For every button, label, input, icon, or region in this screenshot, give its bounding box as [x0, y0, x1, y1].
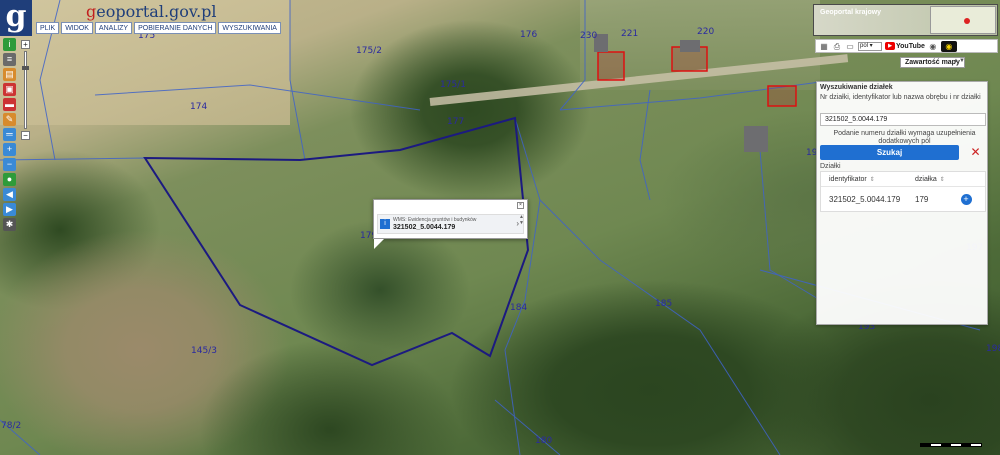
panel-note: Podanie numeru działki wymaga uzupełnien…	[833, 130, 976, 145]
popup-scroll-icon[interactable]: ▲ ▼	[519, 214, 524, 226]
parcel-label: 175/1	[440, 80, 466, 90]
zoom-out-button[interactable]: −	[21, 131, 30, 140]
settings-icon[interactable]: ✱	[3, 218, 16, 231]
print-icon[interactable]: ▣	[3, 83, 16, 96]
location-marker-icon	[964, 18, 970, 24]
zoom-slider[interactable]	[22, 51, 29, 129]
scale-bar	[920, 443, 982, 447]
print-icon[interactable]: ⎙	[832, 42, 842, 51]
parcel-search-input[interactable]: 321502_5.0044.179	[820, 113, 986, 126]
overview-thumbnail[interactable]	[930, 6, 996, 34]
accessibility-icon[interactable]: ◉	[928, 42, 938, 51]
table-row[interactable]: 321502_5.0044.179 179 +	[821, 187, 985, 211]
globe-icon[interactable]: ●	[3, 173, 16, 186]
sort-icon[interactable]: ⇕	[940, 177, 945, 183]
parcel-label: 198	[986, 344, 1000, 354]
column-header-identyfikator[interactable]: identyfikator ⇕	[821, 176, 905, 183]
menu-wyszukiwania[interactable]: WYSZUKIWANIA	[218, 22, 281, 34]
parcel-label: 220	[697, 27, 715, 37]
scroll-arrows-icon[interactable]: ▲▼	[953, 58, 965, 64]
selected-parcel-outline	[143, 116, 530, 367]
close-icon[interactable]: ×	[517, 202, 524, 209]
parcel-search-panel: Wyszukiwanie działek Nr działki, identyf…	[816, 81, 988, 325]
youtube-play-icon: ▶	[885, 42, 895, 50]
column-header-dzialka[interactable]: działka ⇕	[905, 176, 947, 183]
top-toolbar: ▦ ⎙ ▭ pol ▾ ▶ YouTube ◉ ◉	[815, 39, 998, 53]
pencil-icon[interactable]: ✎	[3, 113, 16, 126]
monitor-icon[interactable]: ▭	[845, 42, 855, 51]
youtube-link[interactable]: ▶ YouTube	[885, 42, 925, 50]
menu-plik[interactable]: PLIK	[36, 22, 60, 34]
popup-result-item[interactable]: i WMS: Ewidencja gruntów i budynków 3215…	[377, 214, 524, 234]
back-icon[interactable]: ◀	[3, 188, 16, 201]
search-button[interactable]: Szukaj	[820, 145, 959, 160]
results-header: identyfikator ⇕ działka ⇕	[821, 172, 985, 187]
site-title-accent: g	[86, 2, 97, 21]
main-menu: PLIK WIDOK ANALIZY POBIERANIE DANYCH WYS…	[36, 22, 281, 34]
panel-title: Wyszukiwanie działek	[820, 84, 893, 91]
parcel-label: 177	[447, 117, 465, 127]
menu-widok[interactable]: WIDOK	[61, 22, 93, 34]
column-label: działka	[915, 175, 937, 183]
info-icon[interactable]: i	[3, 38, 16, 51]
popup-parcel-id: 321502_5.0044.179	[393, 224, 456, 231]
column-label: identyfikator	[829, 175, 867, 183]
sort-icon[interactable]: ⇕	[870, 177, 875, 183]
popup-pointer	[374, 239, 384, 249]
layers-icon[interactable]: ≡	[3, 53, 16, 66]
left-toolbar: i ≡ ▤ ▣ ▬ ✎ ═ + − ● ◀ ▶ ✱	[3, 38, 18, 231]
grid-icon[interactable]: ▦	[819, 42, 829, 51]
parcel-label: 180	[535, 436, 553, 446]
geoportal-logo[interactable]: g	[0, 0, 32, 36]
row-identyfikator: 321502_5.0044.179	[829, 194, 901, 204]
legend-icon[interactable]: ▤	[3, 68, 16, 81]
zoom-slider-thumb[interactable]	[22, 65, 29, 70]
parcel-label: 174	[190, 102, 208, 112]
parcel-label: 176	[520, 30, 538, 40]
parcel-label: 145/3	[191, 346, 217, 356]
parcel-label: 175/2	[356, 46, 382, 56]
feature-info-popup: × i WMS: Ewidencja gruntów i budynków 32…	[373, 199, 528, 249]
parcel-label: 185	[655, 299, 673, 309]
overview-title: Geoportal krajowy	[820, 9, 882, 16]
zoom-in-button[interactable]: +	[21, 40, 30, 49]
parcel-label: 184	[510, 303, 528, 313]
zoom-out-icon[interactable]: −	[3, 158, 16, 171]
parcel-label: 221	[621, 29, 639, 39]
forward-icon[interactable]: ▶	[3, 203, 16, 216]
results-label: Działki	[820, 163, 841, 170]
clear-icon[interactable]: ✕	[968, 145, 983, 160]
info-icon: i	[380, 219, 390, 229]
youtube-label: YouTube	[896, 42, 925, 50]
zoom-in-icon[interactable]: +	[3, 143, 16, 156]
buildings	[597, 46, 797, 107]
menu-analizy[interactable]: ANALIZY	[94, 22, 133, 34]
menu-pobieranie-danych[interactable]: POBIERANIE DANYCH	[134, 22, 217, 34]
overview-map[interactable]: Geoportal krajowy	[813, 4, 998, 36]
popup-source: WMS: Ewidencja gruntów i budynków	[393, 217, 477, 223]
row-dzialka: 179	[915, 194, 929, 204]
site-title: geoportal.gov.pl	[86, 2, 217, 21]
parcel-label: 230	[580, 31, 598, 41]
parcel-label: 78/2	[1, 421, 22, 431]
measure-icon[interactable]: ▬	[3, 98, 16, 111]
language-select[interactable]: pol ▾	[858, 41, 882, 51]
language-value: pol	[860, 42, 869, 49]
panel-description: Nr działki, identyfikator lub nazwa obrę…	[820, 94, 981, 101]
zoom-control: + −	[21, 40, 30, 140]
ruler-icon[interactable]: ═	[3, 128, 16, 141]
eye-icon[interactable]: ◉	[940, 40, 957, 52]
results-table: identyfikator ⇕ działka ⇕ 321502_5.0044.17…	[820, 171, 986, 212]
zoom-to-parcel-icon[interactable]: +	[960, 193, 972, 205]
site-title-text: eoportal.gov.pl	[96, 2, 217, 21]
